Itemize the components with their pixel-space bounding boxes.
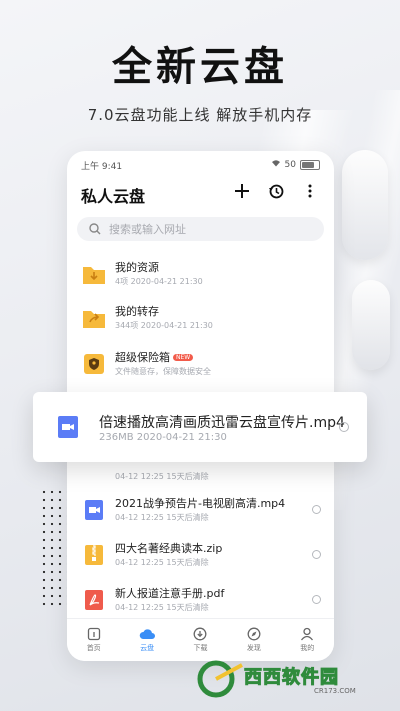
file-name: 我的资源	[115, 261, 159, 274]
site-watermark: 西西软件园 CR173.COM	[194, 657, 390, 701]
search-input[interactable]	[107, 221, 311, 237]
file-name: 倍速播放高清画质迅雷云盘宣传片.mp4	[99, 415, 345, 431]
file-name: 我的转存	[115, 305, 159, 318]
app-header: 私人云盘	[81, 181, 320, 209]
file-name: 四大名著经典读本.zip	[115, 542, 223, 555]
pdf-file-icon	[85, 590, 103, 610]
file-meta: 344项 2020-04-21 21:30	[115, 321, 213, 330]
file-meta: 04-12 12:25 15天后清除	[115, 558, 209, 567]
promo-title: 全新云盘	[112, 44, 288, 90]
cloud-icon	[139, 629, 156, 639]
file-meta: 04-12 12:25 15天后清除	[115, 513, 209, 522]
list-item[interactable]: 2021战争预告片-电视剧高清.mp4 04-12 12:25 15天后清除	[81, 493, 321, 533]
list-item[interactable]: 我的资源 4项 2020-04-21 21:30	[81, 257, 321, 297]
battery-level: 50	[284, 159, 296, 170]
add-icon[interactable]	[232, 181, 252, 201]
video-file-icon	[85, 500, 103, 520]
tab-home[interactable]: 首页	[74, 627, 114, 653]
file-meta: 4项 2020-04-21 21:30	[115, 277, 203, 286]
list-item[interactable]: 新人报道注意手册.pdf 04-12 12:25 15天后清除	[81, 583, 321, 623]
tab-label: 我的	[300, 644, 315, 652]
compass-icon	[247, 627, 261, 641]
tab-discover[interactable]: 发现	[234, 627, 274, 653]
file-name: 2021战争预告片-电视剧高清.mp4	[115, 497, 286, 510]
file-meta: 04-12 12:25 15天后清除	[115, 472, 209, 481]
status-bar: 上午 9:41 50	[81, 159, 320, 173]
earphone-decoration	[352, 280, 390, 370]
video-file-icon	[58, 416, 78, 438]
tab-label: 云盘	[140, 644, 155, 652]
home-icon	[87, 627, 100, 641]
folder-download-icon	[83, 267, 105, 284]
tab-cloud[interactable]: 云盘	[127, 627, 167, 653]
page-title: 私人云盘	[81, 187, 146, 206]
search-bar[interactable]	[77, 217, 324, 241]
earphone-decoration	[342, 150, 388, 260]
promo-subtitle: 7.0云盘功能上线 解放手机内存	[87, 106, 313, 124]
battery-icon	[300, 159, 320, 170]
tab-label: 发现	[246, 644, 261, 652]
watermark-text: 西西软件园	[244, 667, 339, 689]
tab-label: 首页	[86, 644, 101, 652]
file-meta: 04-12 12:25 15天后清除	[115, 603, 209, 612]
folder-share-icon	[83, 311, 105, 328]
more-icon[interactable]	[300, 181, 320, 201]
select-radio[interactable]	[312, 505, 321, 514]
search-icon	[89, 223, 101, 235]
tab-label: 下载	[193, 644, 208, 652]
zip-file-icon	[85, 545, 103, 565]
download-icon	[194, 627, 207, 641]
list-item[interactable]: 四大名著经典读本.zip 04-12 12:25 15天后清除	[81, 538, 321, 578]
list-item[interactable]: 04-12 12:25 15天后清除	[81, 457, 321, 497]
new-badge: NEW	[173, 354, 194, 361]
status-indicators: 50	[271, 159, 320, 170]
file-name: 新人报道注意手册.pdf	[115, 587, 225, 600]
file-meta: 文件随意存，保障数据安全	[115, 367, 211, 376]
highlighted-file-card[interactable]: 倍速播放高清画质迅雷云盘宣传片.mp4 236MB 2020-04-21 21:…	[33, 392, 367, 462]
wifi-icon	[271, 159, 281, 170]
watermark-logo-icon	[197, 660, 243, 698]
file-name: 超级保险箱 NEW	[115, 349, 194, 365]
watermark-url: CR173.COM	[314, 687, 356, 695]
header-actions	[232, 181, 320, 201]
select-radio[interactable]	[312, 550, 321, 559]
tab-profile[interactable]: 我的	[287, 627, 327, 653]
list-item[interactable]: 我的转存 344项 2020-04-21 21:30	[81, 301, 321, 341]
select-radio[interactable]	[339, 422, 349, 432]
profile-icon	[301, 627, 314, 641]
safe-box-icon	[84, 354, 104, 374]
history-icon[interactable]	[266, 181, 286, 201]
select-radio[interactable]	[312, 595, 321, 604]
list-item[interactable]: 超级保险箱 NEW 文件随意存，保障数据安全	[81, 347, 321, 387]
tab-download[interactable]: 下载	[180, 627, 220, 653]
bottom-tab-bar: 首页 云盘 下载 发现 我的	[67, 618, 334, 661]
file-meta: 236MB 2020-04-21 21:30	[99, 432, 227, 443]
status-time: 上午 9:41	[81, 162, 123, 172]
